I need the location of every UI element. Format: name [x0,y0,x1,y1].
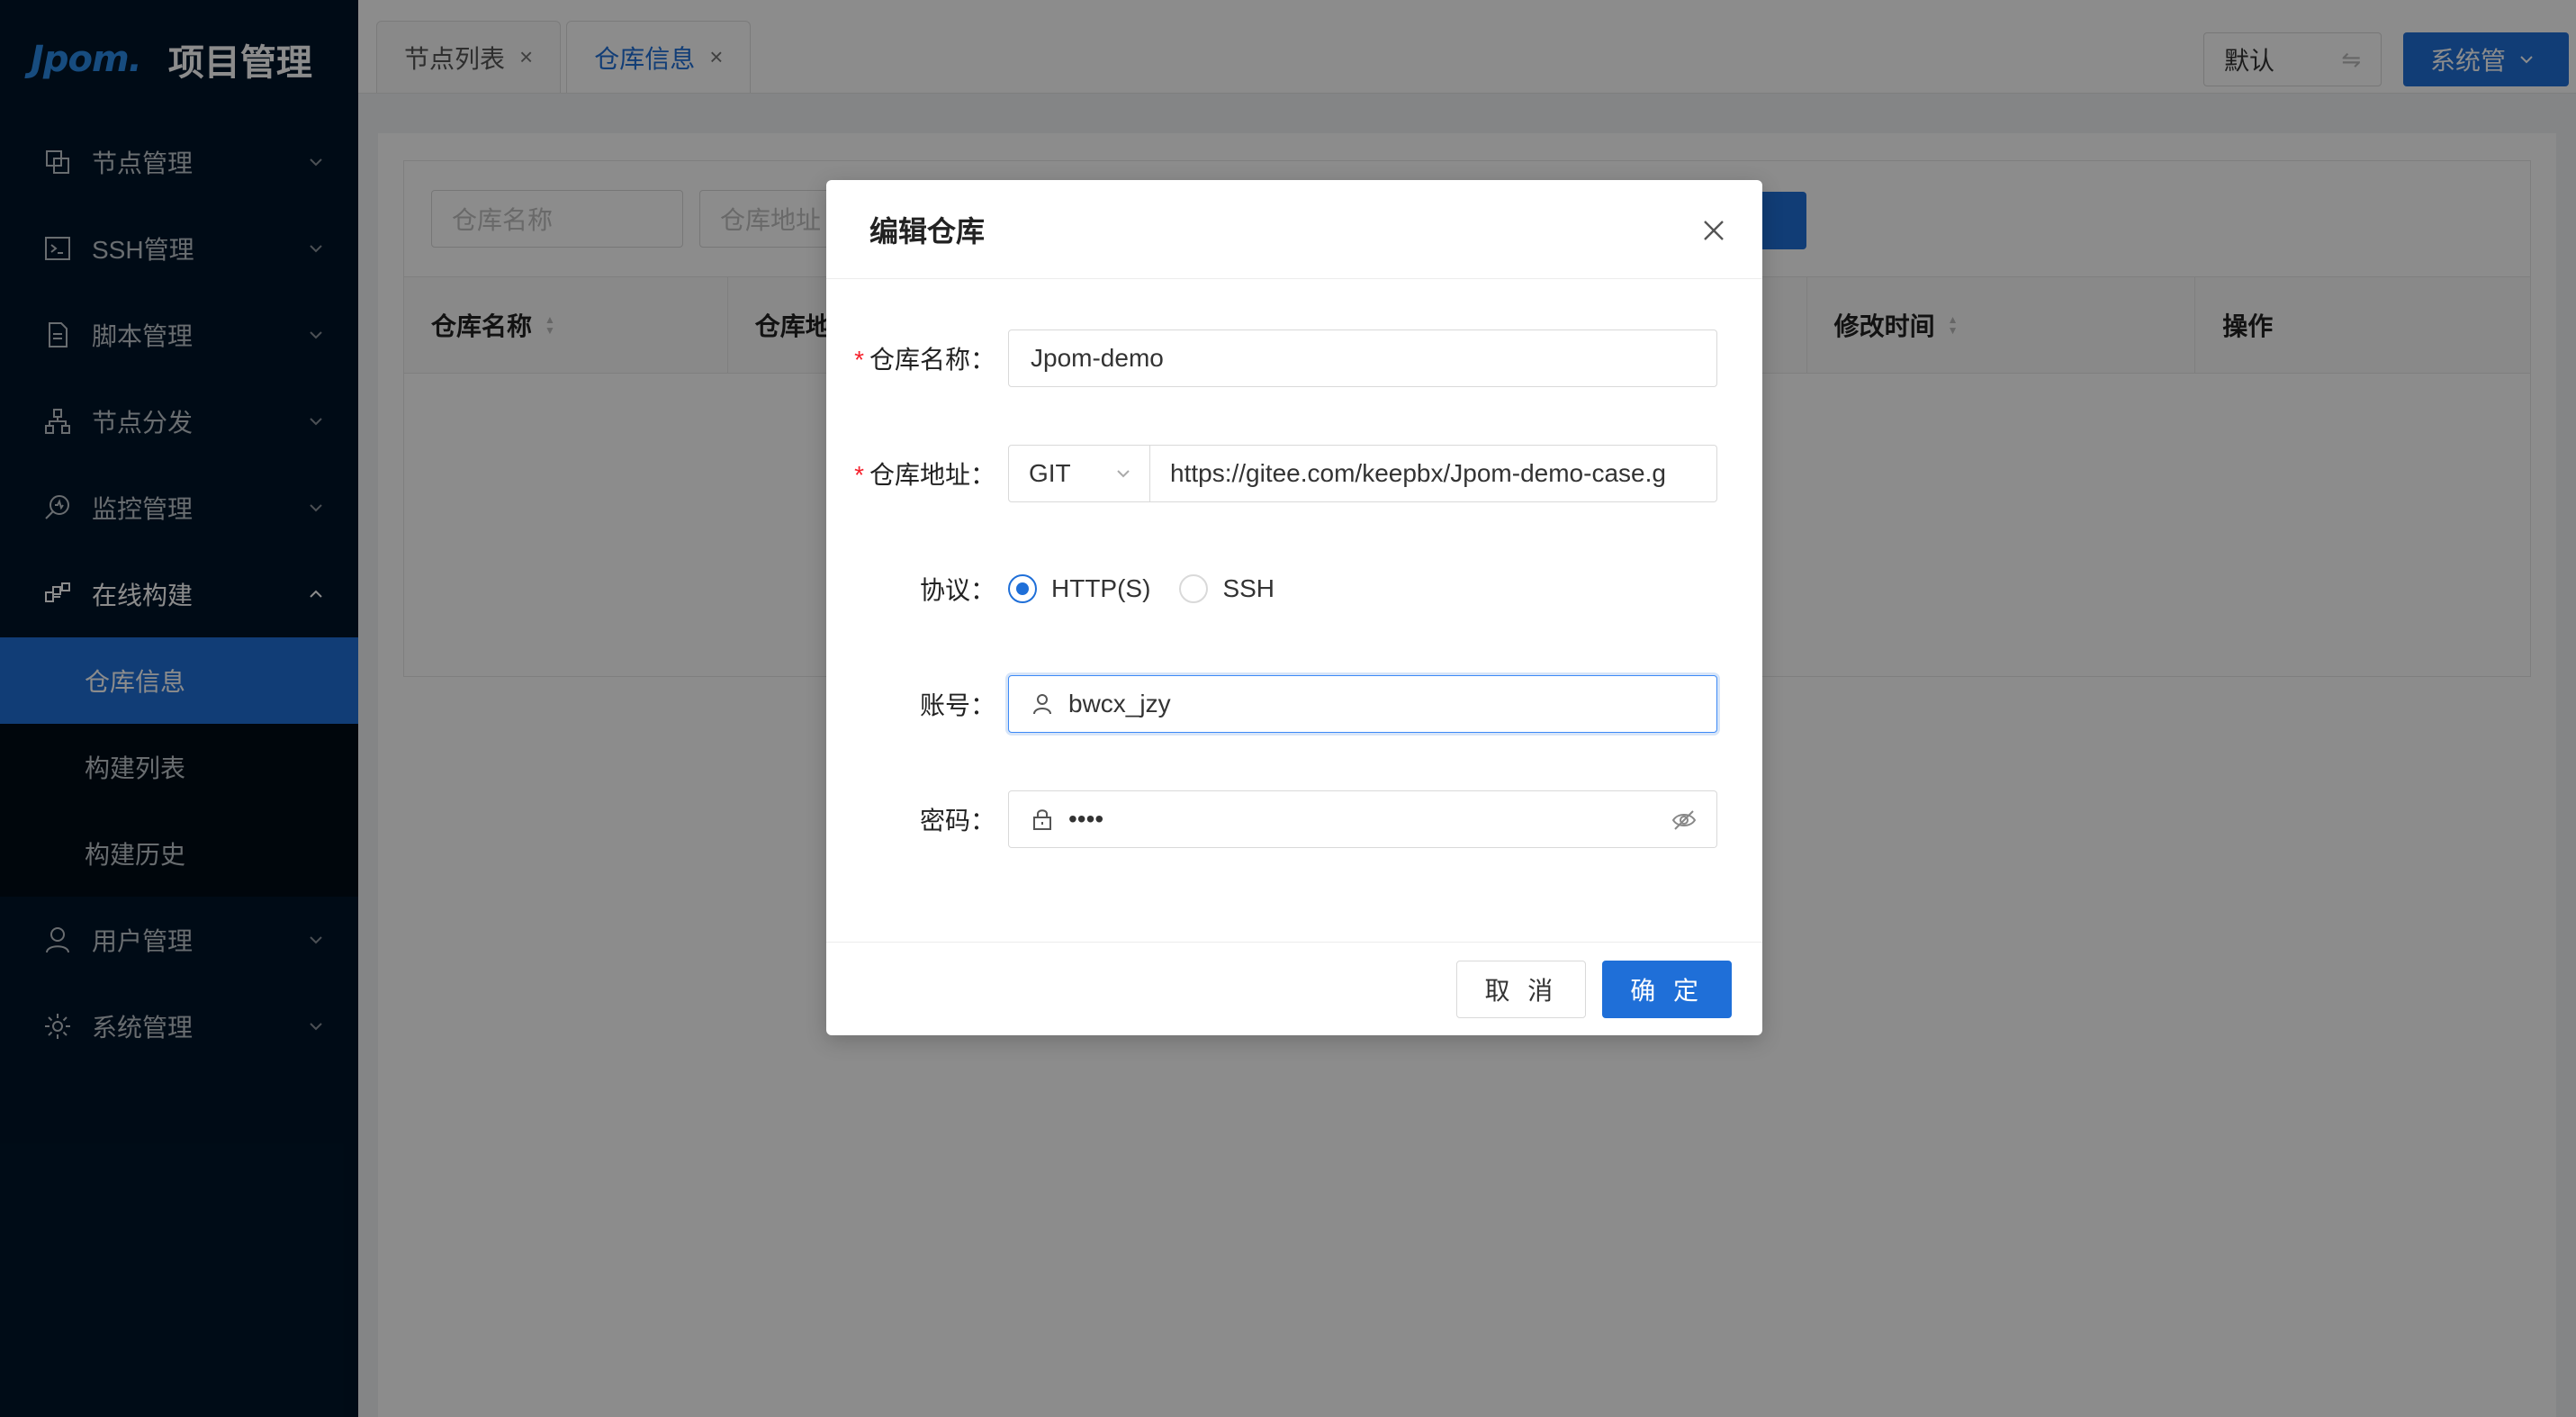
cancel-button[interactable]: 取 消 [1456,960,1587,1018]
repo-type-value: GIT [1029,459,1071,487]
required-mark: * [854,346,864,374]
repo-name-input[interactable]: Jpom-demo [1008,329,1717,387]
form-label: 协议： [919,576,995,604]
label-text: 仓库地址 [869,461,970,489]
form-label: 密码： [919,807,995,835]
radio-ssh[interactable] [1179,574,1209,603]
form-row-url: * 仓库地址： GIT https://gitee.com/keepbx/Jpom… [826,445,1762,502]
user-icon [1031,691,1056,717]
password-value: •••• [1068,805,1104,833]
account-input[interactable]: bwcx_jzy [1008,675,1717,733]
close-icon[interactable] [1696,212,1732,248]
edit-repo-modal: 编辑仓库 * 仓库名称： Jpom-demo * 仓库地址： GIT https:/… [826,180,1762,1035]
chevron-down-icon [1117,470,1130,478]
lock-icon [1031,807,1056,832]
repo-type-select[interactable]: GIT [1008,445,1150,502]
form-row-protocol: 协议： HTTP(S) SSH [826,560,1762,618]
modal-header: 编辑仓库 [826,180,1762,279]
required-mark: * [854,461,864,489]
label-text: 密码 [919,807,970,835]
form-label: * 仓库地址： [854,461,995,489]
repo-url-input[interactable]: https://gitee.com/keepbx/Jpom-demo-case.… [1150,445,1717,502]
form-row-password: 密码： •••• [826,790,1762,848]
ok-button[interactable]: 确 定 [1602,960,1732,1018]
label-text: 协议 [919,576,970,604]
account-value: bwcx_jzy [1068,690,1171,718]
eye-invisible-icon[interactable] [1671,808,1697,833]
form-label: * 仓库名称： [854,346,995,374]
label-text: 账号 [919,691,970,719]
protocol-radio-group: HTTP(S) SSH [1008,574,1303,603]
modal-footer: 取 消 确 定 [826,942,1762,1035]
label-text: 仓库名称 [869,346,970,374]
radio-http[interactable] [1008,574,1037,603]
radio-label[interactable]: HTTP(S) [1051,574,1150,603]
password-input[interactable]: •••• [1008,790,1717,848]
form-label: 账号： [919,691,995,719]
modal-title: 编辑仓库 [869,214,986,248]
app-root: Jpom. 项目管理 节点管理 SSH管理 脚本管理 节点分发 监控管理 在线构… [0,0,2576,1417]
form-row-name: * 仓库名称： Jpom-demo [826,329,1762,387]
radio-label[interactable]: SSH [1222,574,1274,603]
form-row-account: 账号： bwcx_jzy [826,675,1762,733]
